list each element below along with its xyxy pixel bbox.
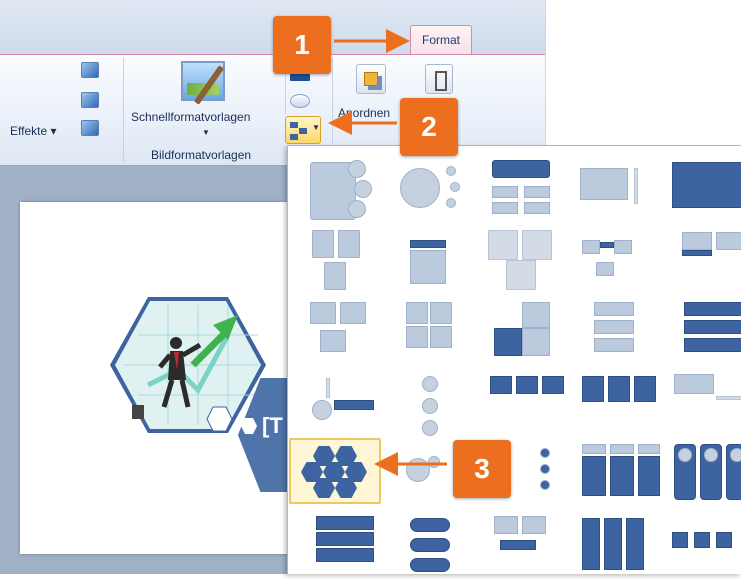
callout-2: 2	[400, 98, 458, 156]
callout-3: 3	[453, 440, 511, 498]
callout-arrows	[328, 29, 447, 476]
callout-1: 1	[273, 16, 331, 74]
